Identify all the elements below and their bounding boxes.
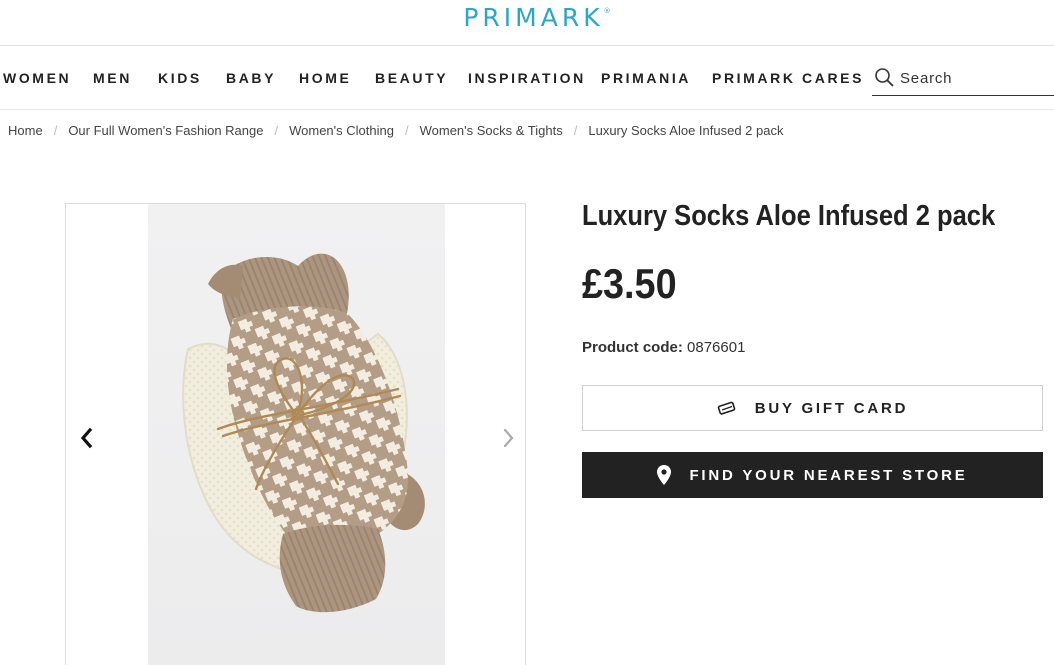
breadcrumb-womens-socks-tights[interactable]: Women's Socks & Tights	[420, 123, 563, 138]
logo-bar: PRIMARK®	[0, 0, 1054, 46]
registered-mark: ®	[603, 7, 611, 15]
buy-gift-card-label: BUY GIFT CARD	[754, 399, 909, 417]
search-input[interactable]	[900, 66, 1050, 90]
nav-item-beauty[interactable]: BEAUTY	[375, 70, 448, 86]
breadcrumb-womens-fashion-range[interactable]: Our Full Women's Fashion Range	[68, 123, 263, 138]
nav-item-inspiration[interactable]: INSPIRATION	[468, 70, 586, 86]
breadcrumb: Home / Our Full Women's Fashion Range / Wome…	[8, 123, 783, 138]
location-pin-icon	[657, 465, 672, 485]
breadcrumb-womens-clothing[interactable]: Women's Clothing	[289, 123, 394, 138]
nav-item-primark-cares[interactable]: PRIMARK CARES	[712, 70, 864, 86]
search-box	[872, 66, 1054, 96]
socks-illustration	[182, 253, 425, 613]
product-gallery	[65, 203, 526, 665]
chevron-right-icon[interactable]	[496, 423, 520, 453]
nav-item-primania[interactable]: PRIMANIA	[601, 70, 691, 86]
nav-item-baby[interactable]: BABY	[226, 70, 276, 86]
breadcrumb-separator: /	[404, 123, 409, 138]
nav-item-men[interactable]: MEN	[93, 70, 132, 86]
find-nearest-store-button[interactable]: FIND YOUR NEAREST STORE	[582, 452, 1043, 498]
breadcrumb-separator: /	[53, 123, 58, 138]
primark-logo[interactable]: PRIMARK®	[0, 3, 1054, 32]
nav-item-kids[interactable]: KIDS	[158, 70, 202, 86]
product-code: Product code: 0876601	[582, 339, 745, 356]
breadcrumb-home[interactable]: Home	[8, 123, 43, 138]
search-icon[interactable]	[874, 67, 894, 87]
breadcrumb-separator: /	[274, 123, 279, 138]
buy-gift-card-button[interactable]: BUY GIFT CARD	[582, 385, 1043, 431]
gift-card-icon	[717, 401, 735, 415]
product-code-value: 0876601	[687, 339, 746, 356]
find-nearest-store-label: FIND YOUR NEAREST STORE	[689, 466, 968, 484]
breadcrumb-current-product: Luxury Socks Aloe Infused 2 pack	[588, 123, 784, 138]
breadcrumb-separator: /	[573, 123, 578, 138]
product-title: Luxury Socks Aloe Infused 2 pack	[582, 200, 996, 232]
logo-text: PRIMARK	[463, 3, 604, 32]
chevron-left-icon[interactable]	[74, 423, 98, 453]
nav-item-home[interactable]: HOME	[299, 70, 351, 86]
product-image[interactable]	[148, 204, 445, 665]
product-code-label: Product code:	[582, 339, 683, 356]
product-price: £3.50	[582, 260, 677, 307]
main-nav: WOMEN MEN KIDS BABY HOME BEAUTY INSPIRAT…	[0, 47, 1054, 110]
nav-item-women[interactable]: WOMEN	[3, 70, 71, 86]
